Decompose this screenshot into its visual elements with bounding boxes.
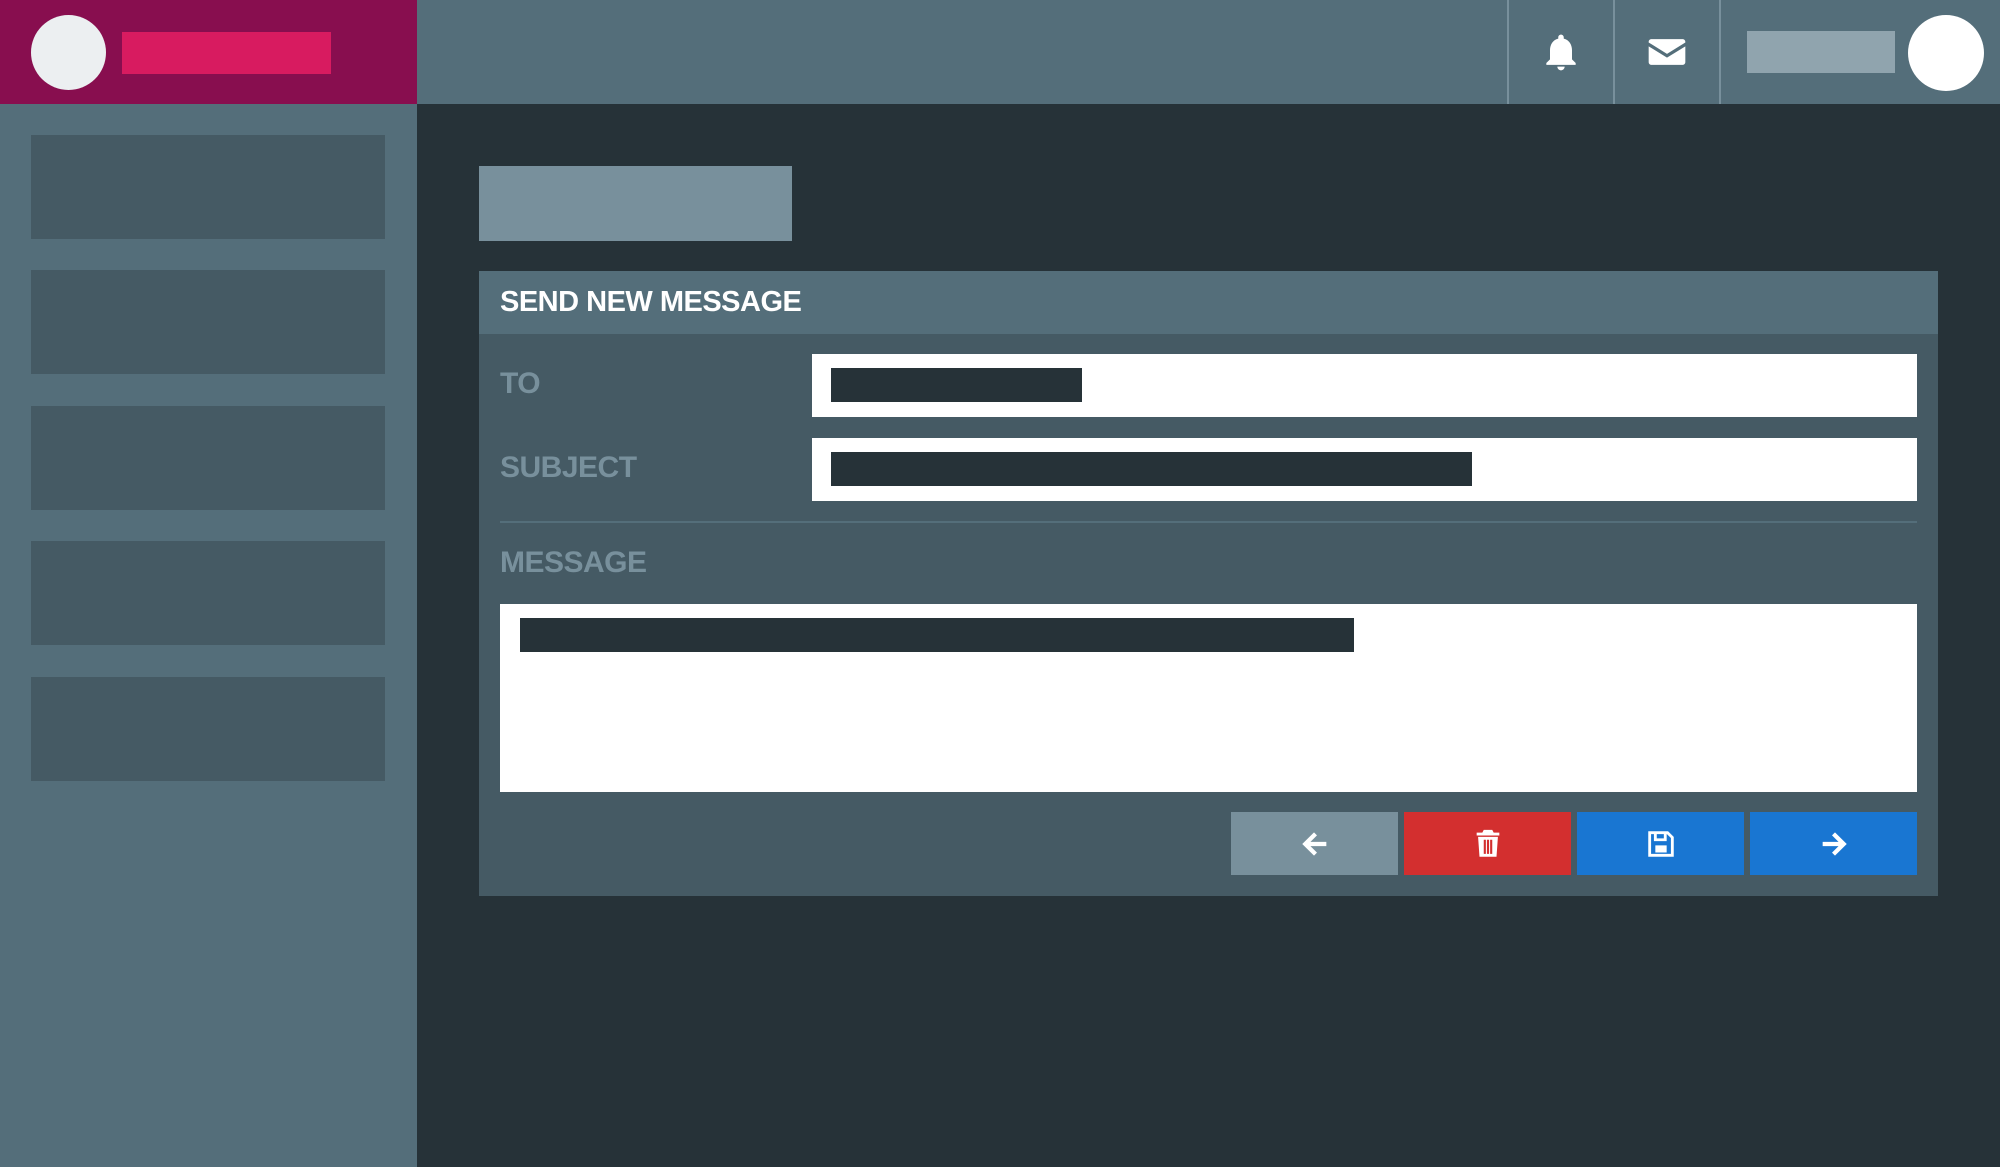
save-button[interactable] xyxy=(1577,812,1744,875)
subject-value xyxy=(831,452,1472,486)
to-field[interactable] xyxy=(812,354,1917,417)
avatar[interactable] xyxy=(1908,15,1984,91)
message-value xyxy=(520,618,1354,652)
bell-icon xyxy=(1546,34,1576,71)
floppy-disk-icon xyxy=(1647,830,1674,857)
app-root: SEND NEW MESSAGE TO SUBJECT MESSAGE xyxy=(0,0,2000,1167)
sidebar-item-5[interactable] xyxy=(31,677,385,781)
back-button[interactable] xyxy=(1231,812,1398,875)
to-value xyxy=(831,368,1082,402)
page-title xyxy=(479,166,792,241)
envelope-icon xyxy=(1648,39,1686,65)
sidebar-item-2[interactable] xyxy=(31,270,385,374)
subject-label: SUBJECT xyxy=(500,451,637,484)
sidebar-item-4[interactable] xyxy=(31,541,385,645)
to-label: TO xyxy=(500,367,541,400)
logo xyxy=(31,15,106,90)
panel-header: SEND NEW MESSAGE xyxy=(479,271,1938,334)
compose-panel: SEND NEW MESSAGE TO SUBJECT MESSAGE xyxy=(479,271,1938,896)
top-bar xyxy=(417,0,2000,104)
message-label: MESSAGE xyxy=(500,546,647,579)
sidebar-item-3[interactable] xyxy=(31,406,385,510)
user-name[interactable] xyxy=(1747,31,1895,73)
messages-button[interactable] xyxy=(1613,0,1719,104)
topbar-divider xyxy=(1719,0,1721,104)
send-button[interactable] xyxy=(1750,812,1917,875)
subject-field[interactable] xyxy=(812,438,1917,501)
brand-area[interactable] xyxy=(0,0,417,104)
divider xyxy=(500,521,1917,523)
notifications-button[interactable] xyxy=(1507,0,1613,104)
arrow-left-icon xyxy=(1301,831,1326,856)
brand-name xyxy=(122,32,331,74)
sidebar-item-1[interactable] xyxy=(31,135,385,239)
delete-button[interactable] xyxy=(1404,812,1571,875)
trash-icon xyxy=(1476,829,1499,857)
arrow-right-icon xyxy=(1822,831,1847,856)
sidebar xyxy=(0,104,417,1167)
message-textarea[interactable] xyxy=(500,604,1917,792)
